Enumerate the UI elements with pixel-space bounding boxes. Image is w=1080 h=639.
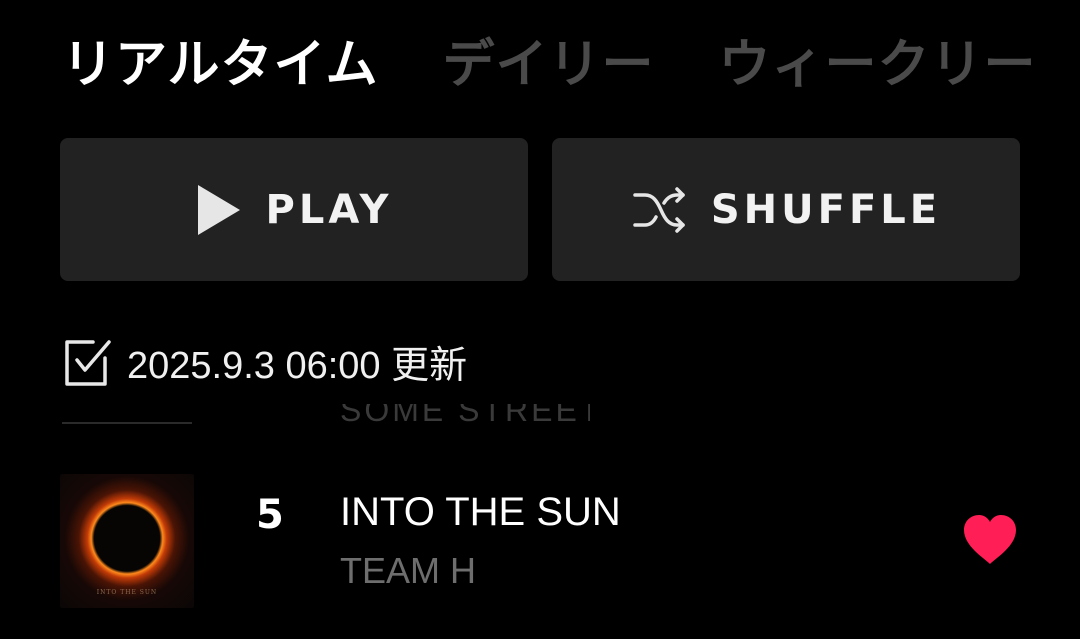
checkbox-icon (63, 336, 115, 388)
tab-realtime[interactable]: リアルタイム (62, 22, 378, 97)
play-icon (196, 183, 242, 237)
chart-row[interactable]: INTO THE SUN 5 INTO THE SUN TEAM H (0, 470, 1080, 610)
play-button-label: PLAY (265, 186, 393, 233)
tab-daily[interactable]: デイリー (442, 22, 654, 97)
track-title: INTO THE SUN (340, 490, 621, 534)
chart-tabs: リアルタイム デイリー ウィークリー (62, 22, 1036, 97)
update-timestamp: 2025.9.3 06:00 更新 (127, 345, 468, 387)
previous-row-title-text: SOME STREET (340, 404, 590, 426)
play-button[interactable]: PLAY (60, 138, 528, 281)
heart-icon[interactable] (962, 514, 1018, 566)
row-divider (62, 422, 192, 424)
shuffle-icon (631, 185, 687, 235)
track-rank: 5 (256, 492, 284, 538)
track-artist: TEAM H (340, 550, 477, 591)
shuffle-button[interactable]: SHUFFLE (552, 138, 1020, 281)
update-info: 2025.9.3 06:00 更新 (63, 334, 467, 389)
album-cover: INTO THE SUN (60, 474, 194, 608)
tab-weekly[interactable]: ウィークリー (718, 22, 1036, 97)
previous-row-title-partial: SOME STREET (340, 404, 590, 426)
album-cover-caption: INTO THE SUN (96, 589, 158, 596)
shuffle-button-label: SHUFFLE (710, 186, 942, 233)
